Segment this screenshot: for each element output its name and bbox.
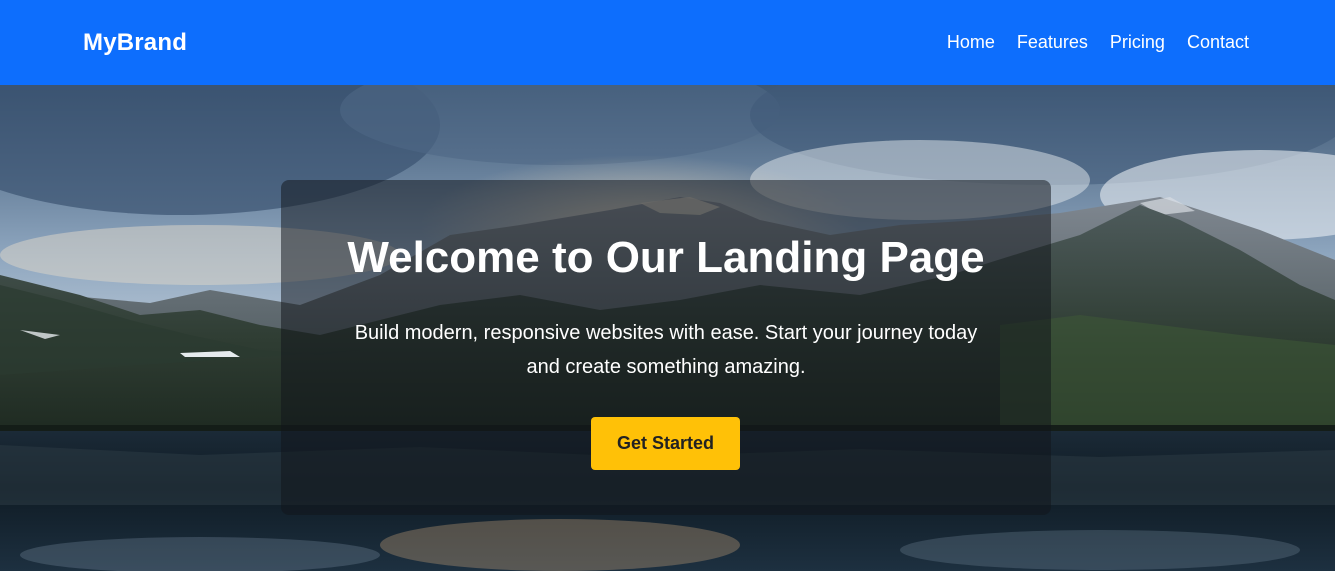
get-started-button[interactable]: Get Started: [591, 417, 740, 470]
hero-subtitle-line-1: Build modern, responsive websites with e…: [354, 322, 978, 344]
nav-menu: Home Features Pricing Contact: [947, 32, 1249, 53]
nav-link-pricing[interactable]: Pricing: [1110, 32, 1165, 53]
navbar: MyBrand Home Features Pricing Contact: [0, 0, 1335, 85]
nav-link-contact[interactable]: Contact: [1187, 32, 1249, 53]
brand-logo[interactable]: MyBrand: [83, 29, 187, 57]
hero-subtitle: Build modern, responsive websites with e…: [331, 316, 1001, 384]
hero-card: Welcome to Our Landing Page Build modern…: [281, 180, 1051, 515]
nav-link-home[interactable]: Home: [947, 32, 995, 53]
hero-title: Welcome to Our Landing Page: [347, 233, 985, 282]
hero-section: Welcome to Our Landing Page Build modern…: [0, 85, 1335, 571]
hero-subtitle-line-2: and create something amazing.: [526, 356, 806, 378]
nav-link-features[interactable]: Features: [1017, 32, 1088, 53]
